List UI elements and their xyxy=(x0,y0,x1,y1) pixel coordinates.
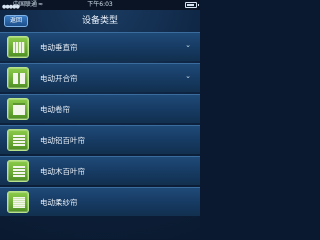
chevron-down-icon[interactable]: ⌄ xyxy=(185,41,191,49)
status-time: 下午6:03 xyxy=(87,1,113,8)
device-label: 电动铝百叶帘 xyxy=(40,136,85,145)
roller-blind-icon xyxy=(7,98,29,120)
device-label: 电动卷帘 xyxy=(40,105,70,114)
back-button[interactable]: 返回 xyxy=(4,15,28,27)
list-item-sheer-curtain[interactable]: 电动柔纱帘 xyxy=(0,187,200,216)
battery-icon xyxy=(185,2,199,8)
device-label: 电动柔纱帘 xyxy=(40,198,78,207)
sheer-curtain-icon xyxy=(7,191,29,213)
device-label: 电动开合帘 xyxy=(40,74,78,83)
status-bar: ●●●●● 中国联通 ≈ 下午6:03 xyxy=(0,0,200,10)
chevron-down-icon[interactable]: ⌄ xyxy=(185,72,191,80)
list-item-wooden-venetian[interactable]: 电动木百叶帘 xyxy=(0,156,200,185)
split-curtain-icon xyxy=(7,67,29,89)
device-type-list: 电动垂直帘 ⌄ 电动开合帘 ⌄ 电动卷帘 电动铝百叶帘 电动木百叶帘 电动柔纱帘 xyxy=(0,32,200,218)
nav-header: 设备类型 返回 xyxy=(0,10,200,32)
wooden-venetian-icon xyxy=(7,160,29,182)
aluminum-venetian-icon xyxy=(7,129,29,151)
device-label: 电动垂直帘 xyxy=(40,43,78,52)
list-item-aluminum-venetian[interactable]: 电动铝百叶帘 xyxy=(0,125,200,154)
list-item-vertical-blind[interactable]: 电动垂直帘 ⌄ xyxy=(0,32,200,61)
list-item-roller-blind[interactable]: 电动卷帘 xyxy=(0,94,200,123)
vertical-blind-icon xyxy=(7,36,29,58)
device-label: 电动木百叶帘 xyxy=(40,167,85,176)
page-title: 设备类型 xyxy=(81,16,118,26)
app-window: ●●●●● 中国联通 ≈ 下午6:03 设备类型 返回 电动垂直帘 ⌄ 电动开合… xyxy=(0,0,200,239)
list-item-split-curtain[interactable]: 电动开合帘 ⌄ xyxy=(0,63,200,92)
